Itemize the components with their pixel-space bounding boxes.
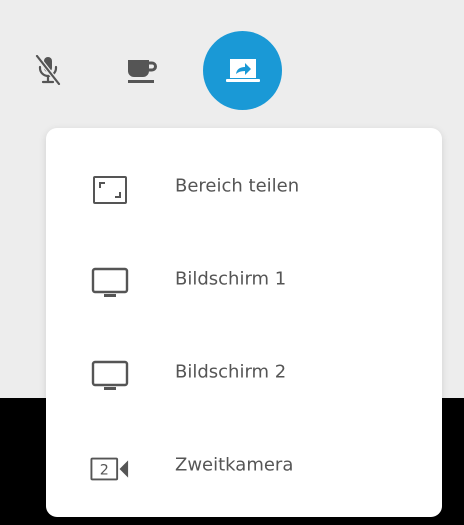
monitor-icon [90,267,130,299]
second-camera-label: Zweitkamera [175,454,294,476]
share-screen-2-option[interactable]: Bildschirm 2 [46,326,442,420]
mic-muted-icon [35,54,61,86]
second-camera-icon: 2 [90,453,130,485]
region-select-icon [90,174,130,206]
screen-share-button[interactable] [203,31,282,110]
second-camera-option[interactable]: 2 Zweitkamera [46,419,442,513]
share-region-option[interactable]: Bereich teilen [46,140,442,234]
share-region-label: Bereich teilen [175,175,300,197]
screen-share-menu: Bereich teilen Bildschirm 1 Bildschirm 2… [46,128,442,517]
mute-microphone-button[interactable] [26,48,70,92]
share-screen-1-option[interactable]: Bildschirm 1 [46,233,442,327]
share-screen-2-label: Bildschirm 2 [175,361,287,383]
share-screen-1-label: Bildschirm 1 [175,268,287,290]
second-camera-number: 2 [100,463,109,479]
coffee-cup-icon [125,55,159,85]
coffee-break-button[interactable] [120,48,164,92]
monitor-icon [90,360,130,392]
screen-share-icon [224,55,262,87]
